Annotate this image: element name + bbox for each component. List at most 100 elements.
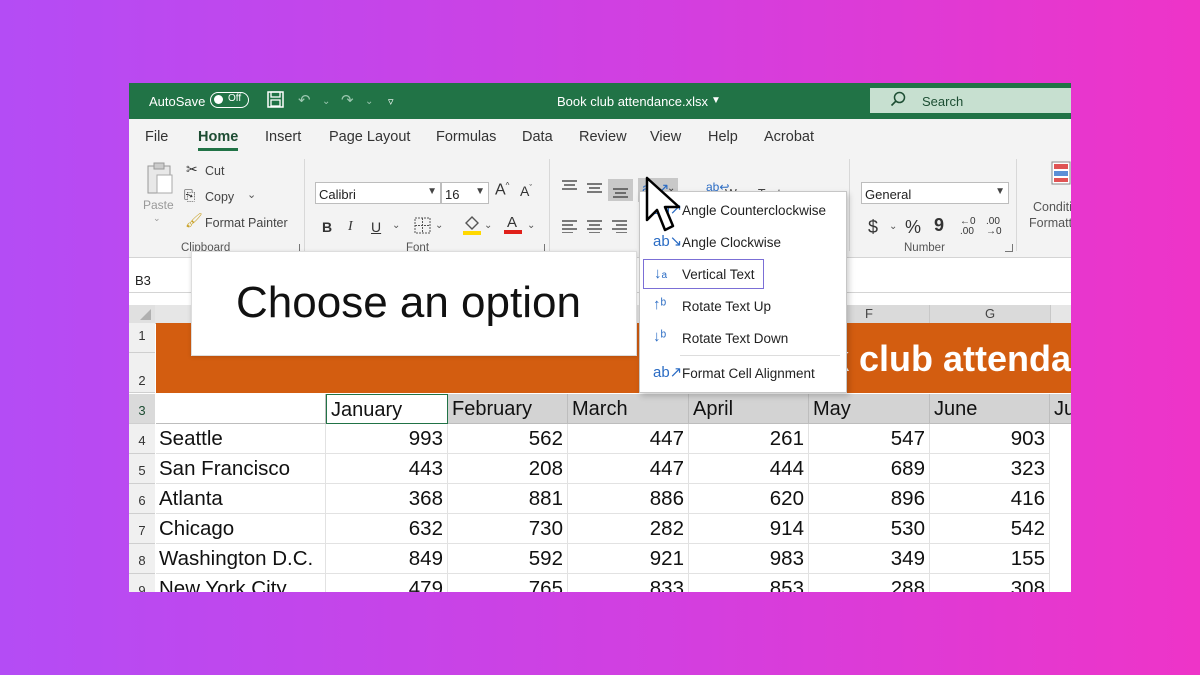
comma-style-icon[interactable]: 9 bbox=[934, 215, 944, 236]
value-cell[interactable]: 689 bbox=[809, 454, 930, 484]
menu-item-rotate-text-up[interactable]: ↑ᵇ Rotate Text Up bbox=[643, 291, 841, 321]
value-cell[interactable]: 853 bbox=[689, 574, 809, 592]
value-cell[interactable]: 562 bbox=[448, 424, 568, 454]
row-header-3[interactable]: 3 bbox=[129, 394, 155, 424]
cut-label[interactable]: Cut bbox=[205, 164, 224, 178]
row-header-7[interactable]: 7 bbox=[129, 514, 155, 544]
select-all-corner[interactable] bbox=[129, 305, 155, 323]
city-cell[interactable]: Atlanta bbox=[156, 484, 326, 514]
value-cell[interactable]: 903 bbox=[930, 424, 1050, 454]
redo-dropdown-icon[interactable]: ⌄ bbox=[365, 96, 373, 107]
cell-h3[interactable]: Ju bbox=[1050, 394, 1071, 424]
increase-decimal-icon[interactable]: ←0.00 bbox=[960, 217, 976, 237]
font-color-icon[interactable]: A bbox=[503, 213, 523, 239]
copy-icon[interactable]: ⎘ bbox=[184, 187, 195, 204]
value-cell[interactable]: 368 bbox=[326, 484, 448, 514]
value-cell[interactable]: 447 bbox=[568, 424, 689, 454]
tab-view[interactable]: View bbox=[650, 129, 681, 145]
conditional-formatting-label[interactable]: Conditi bbox=[1033, 200, 1071, 214]
cell-b3[interactable]: January bbox=[326, 394, 448, 424]
cell-d3[interactable]: March bbox=[568, 394, 689, 424]
search-box[interactable]: Search bbox=[870, 88, 1071, 113]
value-cell[interactable]: 155 bbox=[930, 544, 1050, 574]
increase-font-icon[interactable]: A^ bbox=[495, 181, 509, 199]
borders-dropdown-icon[interactable]: ⌄ bbox=[435, 220, 443, 231]
row-header-4[interactable]: 4 bbox=[129, 424, 155, 454]
row-header-1[interactable]: 1 bbox=[129, 323, 155, 353]
font-color-dropdown-icon[interactable]: ⌄ bbox=[527, 220, 535, 231]
value-cell[interactable]: 444 bbox=[689, 454, 809, 484]
value-cell[interactable]: 416 bbox=[930, 484, 1050, 514]
tab-formulas[interactable]: Formulas bbox=[436, 129, 496, 145]
font-name-combo[interactable]: Calibri ▼ bbox=[315, 182, 441, 204]
font-size-combo[interactable]: 16 ▼ bbox=[441, 182, 489, 204]
value-cell[interactable]: 547 bbox=[809, 424, 930, 454]
decrease-font-icon[interactable]: Aˇ bbox=[520, 183, 532, 199]
tab-page-layout[interactable]: Page Layout bbox=[329, 129, 410, 145]
save-icon[interactable] bbox=[267, 91, 284, 112]
value-cell[interactable]: 542 bbox=[930, 514, 1050, 544]
tab-data[interactable]: Data bbox=[522, 129, 553, 145]
underline-dropdown-icon[interactable]: ⌄ bbox=[392, 220, 400, 231]
value-cell[interactable]: 993 bbox=[326, 424, 448, 454]
customize-toolbar-icon[interactable]: ▿ bbox=[388, 95, 394, 108]
city-cell[interactable]: Washington D.C. bbox=[156, 544, 326, 574]
menu-item-format-cell-alignment[interactable]: ab↗ Format Cell Alignment bbox=[643, 358, 841, 388]
value-cell[interactable]: 833 bbox=[568, 574, 689, 592]
value-cell[interactable]: 261 bbox=[689, 424, 809, 454]
paste-icon[interactable] bbox=[145, 161, 175, 199]
value-cell[interactable]: 881 bbox=[448, 484, 568, 514]
tab-acrobat[interactable]: Acrobat bbox=[764, 129, 814, 145]
middle-align-icon[interactable] bbox=[586, 181, 603, 199]
conditional-formatting-icon[interactable] bbox=[1051, 161, 1071, 189]
autosave-toggle[interactable]: Off bbox=[210, 92, 249, 108]
tab-home[interactable]: Home bbox=[198, 129, 239, 151]
value-cell[interactable]: 349 bbox=[809, 544, 930, 574]
undo-dropdown-icon[interactable]: ⌄ bbox=[322, 96, 330, 107]
top-align-icon[interactable] bbox=[561, 179, 578, 197]
cell-g3[interactable]: June bbox=[930, 394, 1050, 424]
value-cell[interactable]: 282 bbox=[568, 514, 689, 544]
city-cell[interactable]: Chicago bbox=[156, 514, 326, 544]
cell-a3[interactable] bbox=[156, 394, 326, 424]
paste-dropdown-icon[interactable]: ⌄ bbox=[153, 213, 161, 224]
value-cell[interactable]: 921 bbox=[568, 544, 689, 574]
cell-c3[interactable]: February bbox=[448, 394, 568, 424]
align-right-icon[interactable] bbox=[611, 219, 628, 237]
underline-button[interactable]: U bbox=[371, 219, 381, 235]
title-dropdown-icon[interactable]: ▼ bbox=[711, 95, 721, 106]
value-cell[interactable]: 447 bbox=[568, 454, 689, 484]
format-painter-icon[interactable]: 🖌 bbox=[185, 212, 203, 229]
value-cell[interactable]: 886 bbox=[568, 484, 689, 514]
cut-icon[interactable]: ✂ bbox=[186, 161, 198, 178]
tab-file[interactable]: File bbox=[145, 129, 168, 145]
row-header-8[interactable]: 8 bbox=[129, 544, 155, 574]
tab-review[interactable]: Review bbox=[579, 129, 627, 145]
value-cell[interactable]: 208 bbox=[448, 454, 568, 484]
currency-dropdown-icon[interactable]: ⌄ bbox=[889, 221, 897, 232]
percent-icon[interactable]: % bbox=[905, 217, 921, 238]
value-cell[interactable]: 983 bbox=[689, 544, 809, 574]
italic-button[interactable]: I bbox=[348, 219, 353, 235]
value-cell[interactable]: 849 bbox=[326, 544, 448, 574]
menu-item-vertical-text[interactable]: ↓a Vertical Text bbox=[643, 259, 764, 289]
bottom-align-button[interactable] bbox=[608, 179, 633, 201]
fill-color-icon[interactable] bbox=[462, 214, 482, 240]
value-cell[interactable]: 592 bbox=[448, 544, 568, 574]
currency-icon[interactable]: $ bbox=[868, 217, 878, 238]
city-cell[interactable]: New York City bbox=[156, 574, 326, 592]
tab-help[interactable]: Help bbox=[708, 129, 738, 145]
undo-icon[interactable]: ↶ bbox=[298, 91, 311, 109]
copy-label[interactable]: Copy bbox=[205, 190, 234, 204]
menu-item-rotate-text-down[interactable]: ↓ᵇ Rotate Text Down bbox=[643, 323, 841, 353]
number-format-combo[interactable]: General ▼ bbox=[861, 182, 1009, 204]
row-header-5[interactable]: 5 bbox=[129, 454, 155, 484]
cell-e3[interactable]: April bbox=[689, 394, 809, 424]
city-cell[interactable]: Seattle bbox=[156, 424, 326, 454]
align-center-icon[interactable] bbox=[586, 219, 603, 237]
value-cell[interactable]: 896 bbox=[809, 484, 930, 514]
borders-icon[interactable] bbox=[414, 217, 432, 238]
redo-icon[interactable]: ↷ bbox=[341, 91, 354, 109]
paste-label[interactable]: Paste bbox=[143, 198, 174, 212]
city-cell[interactable]: San Francisco bbox=[156, 454, 326, 484]
